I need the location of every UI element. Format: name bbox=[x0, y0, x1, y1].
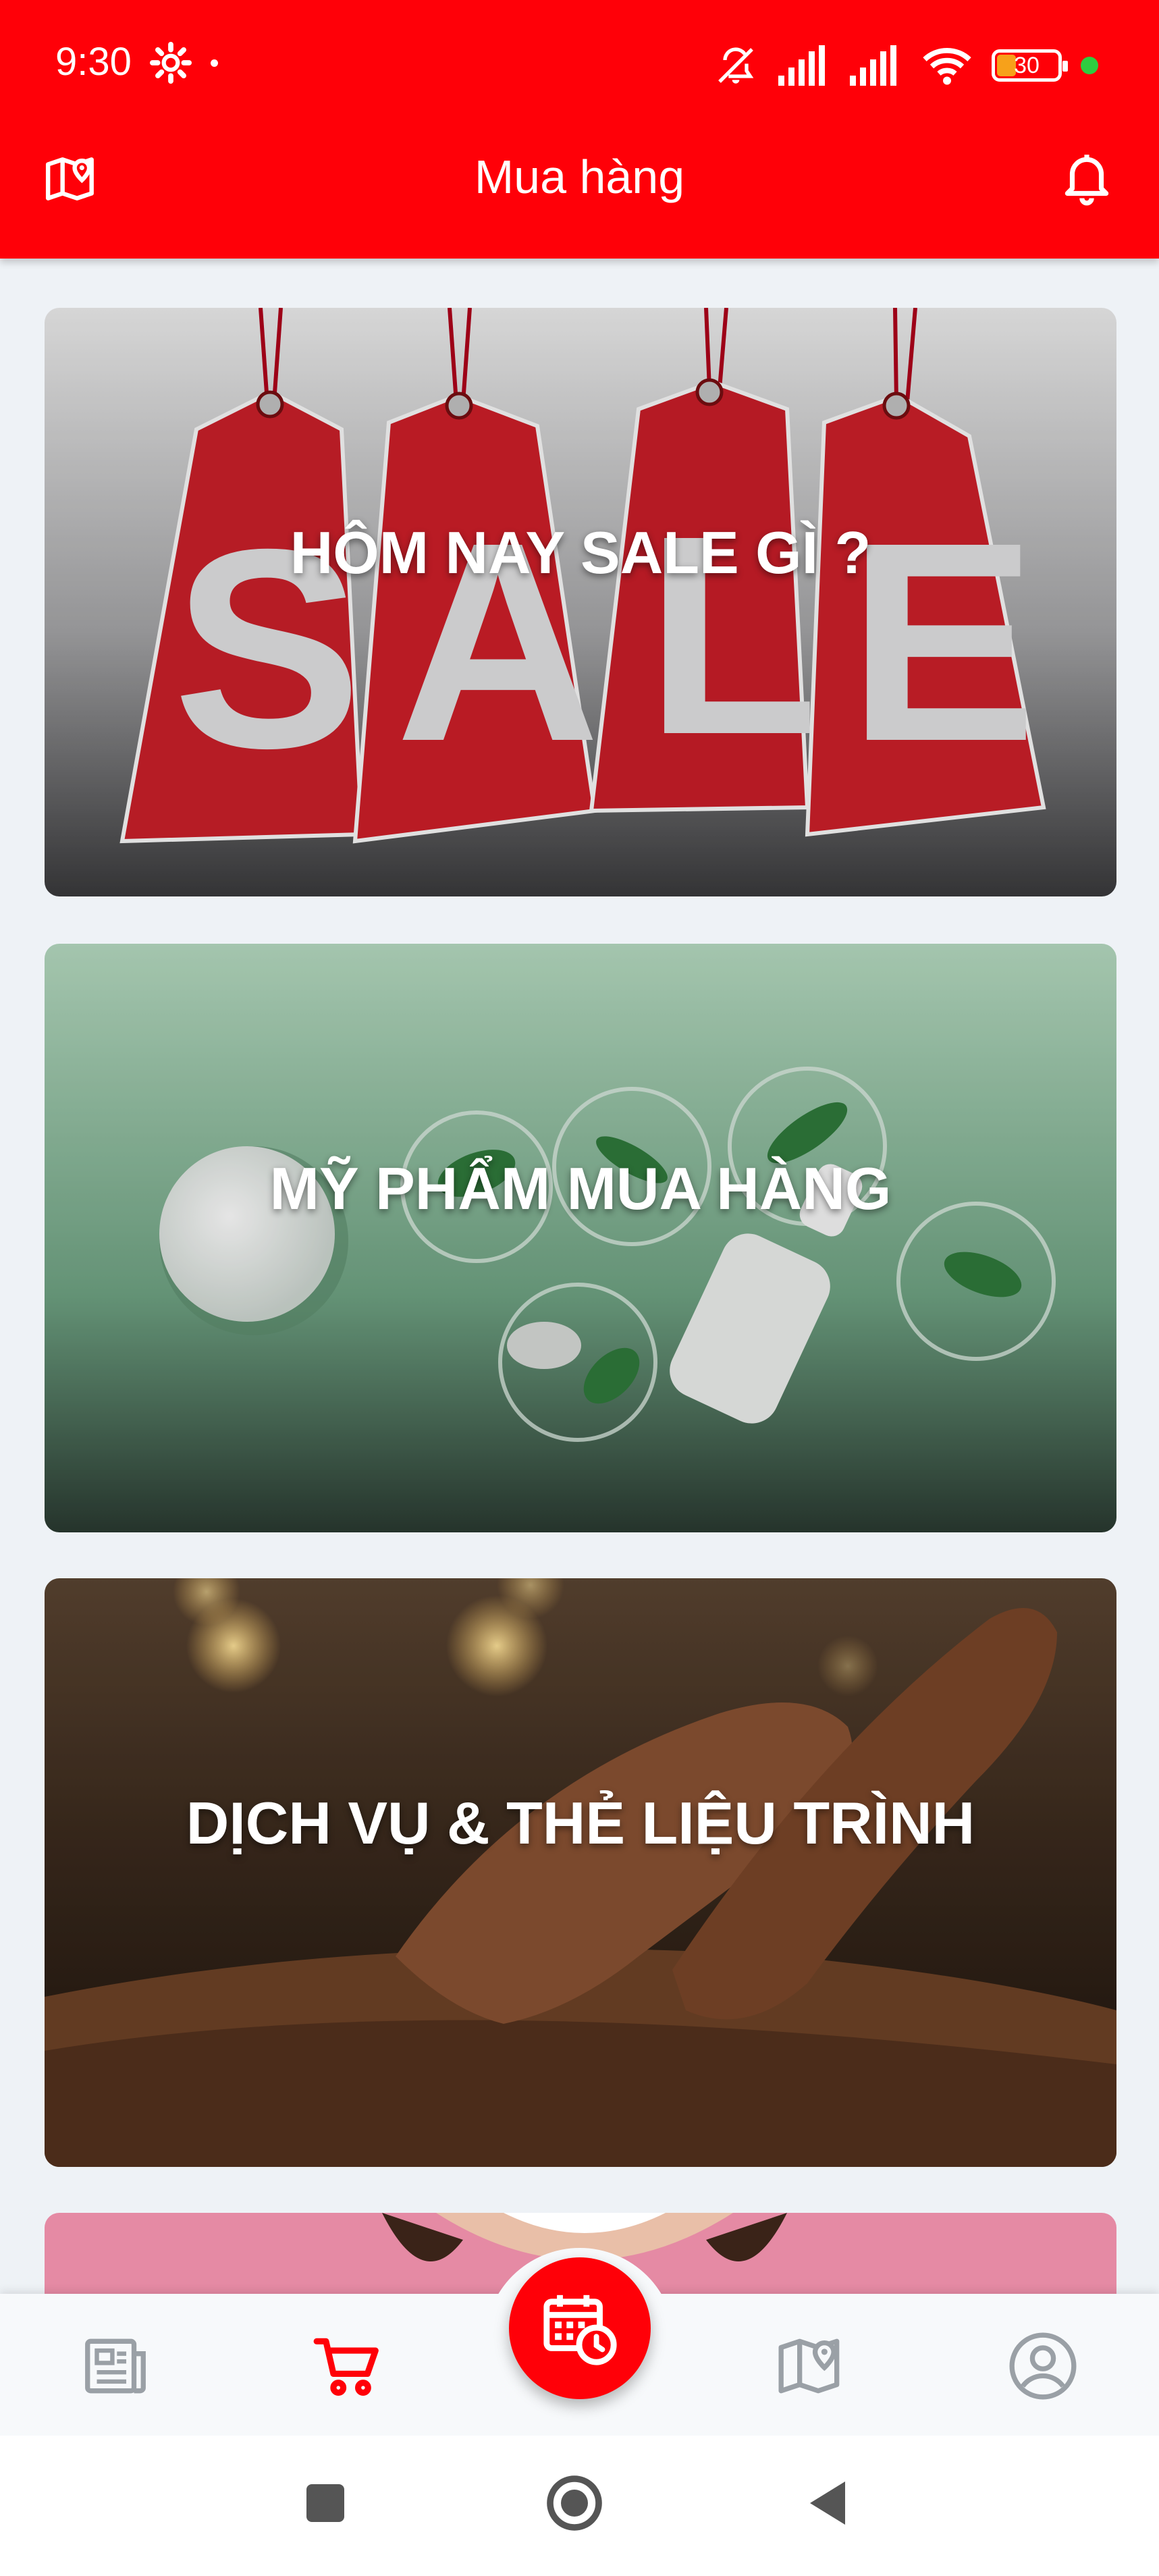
system-navigation-bar bbox=[0, 2436, 1159, 2576]
cart-icon[interactable] bbox=[311, 2329, 385, 2403]
category-title: HÔM NAY SALE GÌ ? bbox=[290, 519, 871, 586]
category-title: DỊCH VỤ & THẺ LIỆU TRÌNH bbox=[186, 1790, 975, 1856]
category-card-services[interactable]: DỊCH VỤ & THẺ LIỆU TRÌNH bbox=[45, 1578, 1116, 2167]
gear-icon bbox=[150, 42, 192, 84]
sale-tags-image: S A L E bbox=[45, 308, 1116, 896]
cosmetics-image bbox=[45, 944, 1116, 1532]
mute-vibrate-icon bbox=[718, 47, 754, 84]
page-title: Mua hàng bbox=[474, 151, 685, 203]
status-bar: 9:30 30 bbox=[0, 0, 1159, 128]
profile-icon[interactable] bbox=[1006, 2329, 1080, 2403]
newspaper-icon[interactable] bbox=[78, 2329, 153, 2403]
home-button[interactable] bbox=[542, 2471, 607, 2535]
battery-icon: 30 bbox=[992, 49, 1068, 82]
signal-icon bbox=[778, 45, 825, 86]
notification-dot bbox=[211, 59, 218, 67]
status-time: 9:30 bbox=[55, 40, 132, 84]
battery-level: 30 bbox=[1014, 53, 1040, 78]
bell-icon[interactable] bbox=[1058, 150, 1116, 208]
status-icons: 30 bbox=[712, 42, 1098, 89]
massage-image bbox=[45, 1578, 1116, 2167]
privacy-indicator-dot bbox=[1081, 57, 1098, 74]
recents-button[interactable] bbox=[293, 2471, 358, 2535]
category-title: MỸ PHẨM MUA HÀNG bbox=[269, 1155, 892, 1222]
booking-fab-button[interactable] bbox=[509, 2257, 651, 2399]
category-card-cosmetics[interactable]: MỸ PHẨM MUA HÀNG bbox=[45, 944, 1116, 1532]
calendar-clock-icon bbox=[543, 2295, 617, 2365]
wifi-icon bbox=[923, 48, 971, 85]
top-app-bar: 9:30 30 Mua hàng bbox=[0, 0, 1159, 259]
back-button[interactable] bbox=[797, 2471, 861, 2535]
signal-icon bbox=[850, 45, 896, 86]
category-card-sale[interactable]: S A L E HÔM NAY SALE GÌ ? bbox=[45, 308, 1116, 896]
map-icon[interactable] bbox=[775, 2329, 849, 2403]
